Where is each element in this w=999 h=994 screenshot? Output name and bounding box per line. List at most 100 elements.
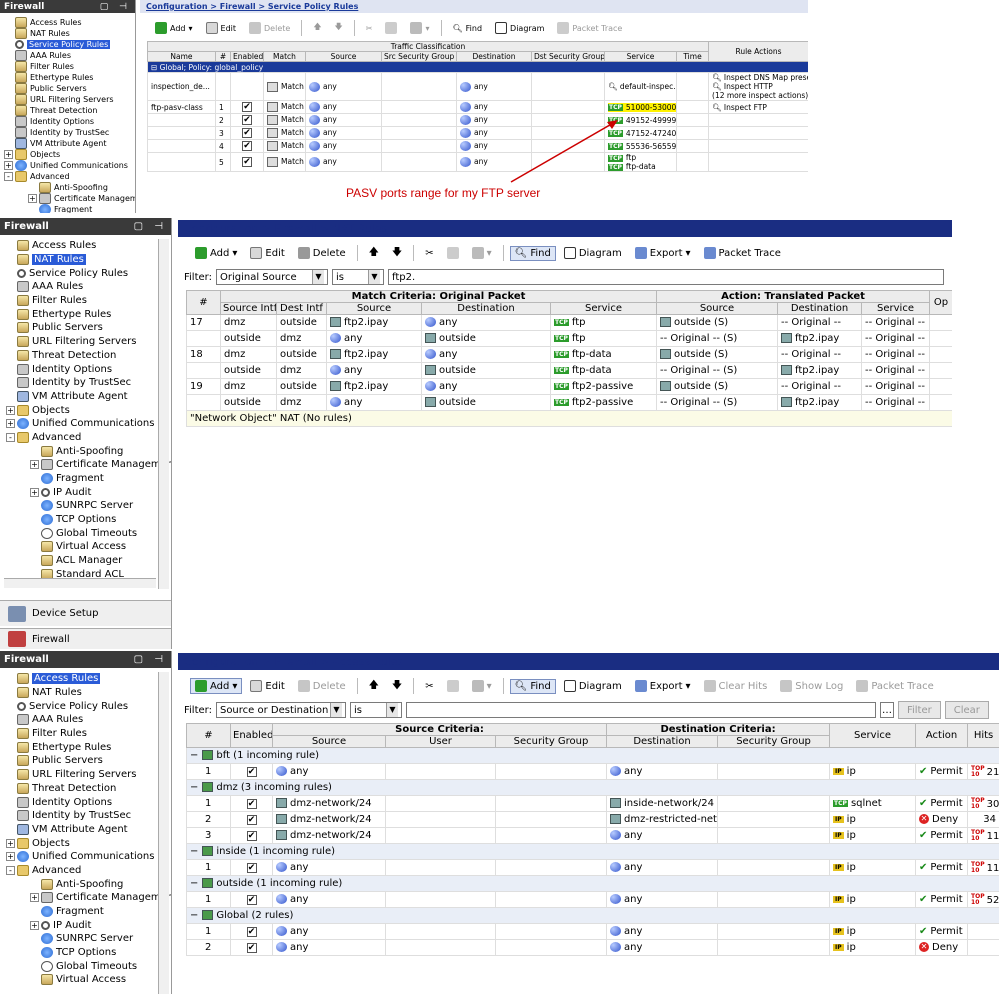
col-service[interactable]: Service — [829, 723, 917, 748]
diagram-button[interactable]: Diagram — [559, 245, 627, 261]
breadcrumb-link[interactable]: Configuration > Firewall > Access Rules — [184, 655, 403, 668]
edit-button[interactable]: Edit — [201, 20, 242, 36]
export-button[interactable]: Export ▾ — [630, 678, 696, 694]
tree-item[interactable]: + Objects — [6, 836, 171, 850]
collapse-icon[interactable]: − — [190, 846, 198, 857]
col-enabled[interactable]: Enabled — [230, 723, 273, 748]
expand-icon[interactable]: + — [4, 161, 13, 170]
tree-item[interactable]: VM Attribute Agent — [6, 390, 171, 404]
column-header[interactable]: Destination — [456, 51, 532, 62]
move-down-button[interactable]: 🡇 — [387, 676, 407, 697]
move-down-button[interactable]: 🡇 — [387, 243, 407, 264]
column-header[interactable]: Src Security Group — [381, 51, 457, 62]
tree-item[interactable]: NAT Rules — [4, 28, 135, 39]
column-header[interactable]: Match — [263, 51, 306, 62]
table-row[interactable]: 3 ✔ dmz-network/24 any IP ip ✔ Permit TOP 10 11 — [186, 827, 999, 844]
tree-item[interactable]: Identity Options — [6, 795, 171, 809]
tree-item[interactable]: Access Rules — [6, 239, 171, 253]
tree-item[interactable]: Filter Rules — [4, 61, 135, 72]
collapse-icon[interactable]: - — [6, 865, 15, 875]
delete-button[interactable]: Delete — [293, 678, 351, 694]
find-button[interactable]: 🔍︎ Find — [509, 678, 556, 694]
tree-item[interactable]: Filter Rules — [6, 727, 171, 741]
expand-icon[interactable]: + — [6, 405, 15, 415]
tree-item[interactable]: VM Attribute Agent — [6, 823, 171, 837]
edit-button[interactable]: Edit — [245, 245, 289, 261]
col-action[interactable]: Action — [915, 723, 969, 748]
tree-item[interactable]: - Advanced — [6, 864, 171, 878]
tree-item[interactable]: Public Servers — [6, 754, 171, 768]
enabled-checkbox[interactable]: ✔ — [242, 141, 252, 151]
tree-item[interactable]: + Certificate Management — [6, 458, 171, 472]
tree-item[interactable]: + IP Audit — [6, 918, 171, 932]
table-row[interactable]: inspection_de... Match any any 🔍︎ default-in… — [147, 72, 808, 101]
tree-item[interactable]: Anti-Spoofing — [6, 877, 171, 891]
filter-operator-select[interactable]: is ▼ — [349, 702, 402, 718]
tree-item[interactable]: AAA Rules — [6, 280, 171, 294]
collapse-icon[interactable]: - — [4, 172, 13, 181]
device-setup-nav[interactable]: Device Setup — [0, 600, 171, 626]
filter-button[interactable]: Filter — [897, 701, 941, 719]
table-row[interactable]: 1 ✔ any any IP ip ✔ Permit TOP 10 52 — [186, 891, 999, 908]
show-log-button[interactable]: Show Log — [775, 678, 848, 694]
table-row[interactable]: 4 ✔ Match any any TCP 55536-56559 — [147, 139, 808, 153]
tree-item[interactable]: Identity Options — [6, 362, 171, 376]
col-num[interactable]: # — [186, 723, 231, 748]
column-header[interactable]: Service — [549, 302, 658, 315]
expand-icon[interactable]: + — [30, 460, 39, 470]
copy-button[interactable] — [380, 20, 402, 36]
expand-icon[interactable]: + — [6, 852, 15, 862]
tree-item[interactable]: TCP Options — [6, 513, 171, 527]
tree-item[interactable]: + IP Audit — [6, 485, 171, 499]
interface-group-row[interactable]: − dmz (3 incoming rules) — [185, 779, 999, 796]
tree-item[interactable]: Threat Detection — [4, 105, 135, 116]
packet-trace-button[interactable]: Packet Trace — [699, 245, 786, 261]
enabled-checkbox[interactable]: ✔ — [246, 767, 257, 777]
sidebar-controls[interactable]: ▢ ⊣ — [100, 2, 131, 12]
filter-value-input[interactable]: ftp2. — [387, 269, 944, 285]
enabled-checkbox[interactable]: ✔ — [242, 157, 252, 167]
packet-trace-button[interactable]: Packet Trace — [851, 678, 938, 694]
tree-item[interactable]: Service Policy Rules — [4, 39, 135, 50]
tree-item[interactable]: - Advanced — [4, 171, 135, 182]
packet-trace-button[interactable]: Packet Trace — [552, 20, 627, 36]
copy-button[interactable] — [442, 245, 464, 261]
tree-item[interactable]: Ethertype Rules — [6, 740, 171, 754]
tree-item[interactable]: AAA Rules — [4, 50, 135, 61]
find-button[interactable]: 🔍︎ Find — [448, 22, 488, 35]
tree-item[interactable]: Identity Options — [4, 116, 135, 127]
filter-browse-button[interactable]: … — [879, 702, 894, 718]
tree-item[interactable]: Identity by TrustSec — [6, 809, 171, 823]
edit-button[interactable]: Edit — [245, 678, 289, 694]
clear-button[interactable]: Clear — [944, 701, 989, 719]
col-hits[interactable]: Hits — [967, 723, 999, 748]
table-row[interactable]: outside dmz any outside TCP ftp -- Original --… — [186, 330, 952, 347]
table-row[interactable]: 2✔MatchanyanyTCP49152-49999 — [147, 113, 808, 127]
tree-item[interactable]: Fragment — [4, 204, 135, 213]
column-header[interactable]: Source — [656, 302, 779, 315]
tree-item[interactable]: Virtual Access — [6, 973, 171, 987]
add-button[interactable]: Add ▾ — [150, 20, 198, 36]
column-header[interactable]: Security Group — [717, 735, 831, 748]
tree-item[interactable]: Access Rules — [6, 672, 171, 686]
tree-item[interactable]: Identity by TrustSec — [6, 376, 171, 390]
enabled-checkbox[interactable]: ✔ — [246, 815, 257, 825]
column-header[interactable]: # — [215, 51, 231, 62]
tree-item[interactable]: SUNRPC Server — [6, 932, 171, 946]
enabled-checkbox[interactable]: ✔ — [246, 943, 257, 953]
tree-item[interactable]: Threat Detection — [6, 349, 171, 363]
tree-item[interactable]: Access Rules — [4, 17, 135, 28]
paste-button[interactable]: ▾ — [405, 20, 434, 36]
tree-scrollbar[interactable] — [158, 239, 169, 589]
expand-icon[interactable]: + — [4, 150, 13, 159]
tree-item[interactable]: + Objects — [6, 403, 171, 417]
column-header[interactable]: Security Group — [494, 735, 608, 748]
column-header[interactable]: Time — [675, 51, 710, 62]
expand-icon[interactable]: + — [28, 194, 37, 203]
tree-item[interactable]: Anti-Spoofing — [4, 182, 135, 193]
tree-item[interactable]: + Objects — [4, 149, 135, 160]
tree-item[interactable]: Ethertype Rules — [6, 307, 171, 321]
tree-item[interactable]: Public Servers — [6, 321, 171, 335]
tree-item[interactable]: + Unified Communications — [4, 160, 135, 171]
expand-icon[interactable]: + — [30, 487, 39, 497]
